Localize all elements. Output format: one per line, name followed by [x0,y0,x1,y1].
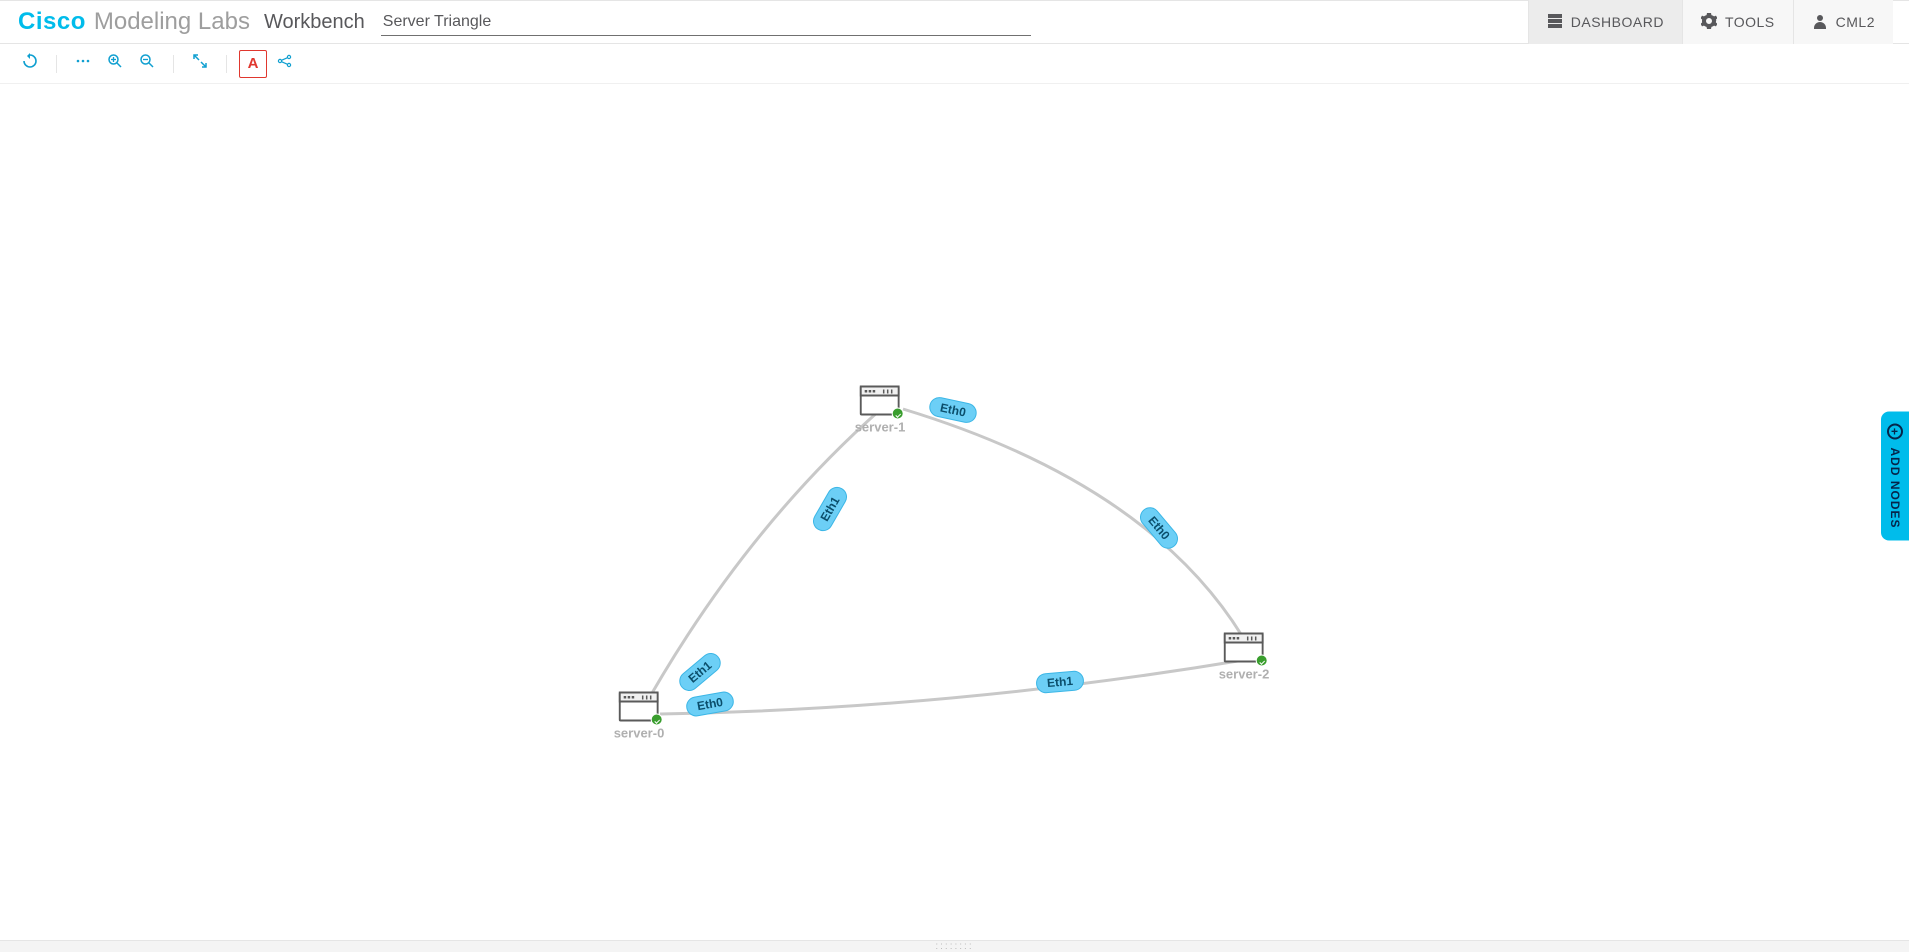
node-label: server-1 [855,420,906,435]
dashboard-label: DASHBOARD [1571,14,1664,30]
header: Cisco Modeling Labs Workbench DASHBOARD … [0,0,1909,44]
zoom-in-icon [107,53,123,74]
dashboard-button[interactable]: DASHBOARD [1528,0,1682,44]
interface-pill[interactable]: Eth0 [927,395,978,425]
interface-pill[interactable]: Eth1 [675,649,725,695]
node-server-0[interactable]: server-0 [614,692,665,741]
user-button[interactable]: CML2 [1793,0,1893,44]
user-label: CML2 [1836,14,1875,30]
server-stack-icon [1547,13,1563,32]
gear-icon [1701,13,1717,32]
node-server-2[interactable]: server-2 [1219,633,1270,682]
plus-circle-icon: + [1887,423,1903,439]
lab-name-field-wrap [381,9,1031,36]
drag-dots-icon: :::::::: [935,941,973,952]
status-badge-running [1256,655,1268,667]
refresh-icon [22,53,38,74]
expand-icon [192,53,208,74]
brand[interactable]: Cisco Modeling Labs [18,8,250,36]
brand-cisco: Cisco [18,8,86,36]
server-icon [1224,633,1264,663]
interface-pill[interactable]: Eth1 [809,483,850,535]
annotation-toggle[interactable]: A [239,50,267,78]
add-nodes-label: ADD NODES [1888,447,1902,528]
canvas-area[interactable]: server-0server-1server-2Eth1Eth0Eth0Eth1… [0,84,1909,940]
server-icon [860,386,900,416]
expand-button[interactable] [186,50,214,78]
refresh-button[interactable] [16,50,44,78]
toolbar-separator [56,55,57,73]
zoom-in-button[interactable] [101,50,129,78]
node-label: server-0 [614,726,665,741]
zoom-out-button[interactable] [133,50,161,78]
tools-label: TOOLS [1725,14,1775,30]
brand-product: Modeling Labs [94,8,250,36]
node-label: server-2 [1219,667,1270,682]
interface-pill[interactable]: Eth0 [685,690,736,718]
toolbar-separator [226,55,227,73]
interface-pill[interactable]: Eth1 [1035,670,1085,694]
annotation-letter: A [248,55,259,72]
add-nodes-tab[interactable]: + ADD NODES [1881,411,1909,540]
canvas[interactable]: server-0server-1server-2Eth1Eth0Eth0Eth1… [0,84,1909,940]
status-badge-running [651,714,663,726]
fit-button[interactable] [69,50,97,78]
toolbar-separator [173,55,174,73]
toolbar: A [0,44,1909,84]
panel-resize-handle[interactable]: :::::::: [0,940,1909,952]
layout-button[interactable] [271,50,299,78]
layout-icon [277,53,293,74]
tools-button[interactable]: TOOLS [1682,0,1793,44]
lab-name-input[interactable] [381,9,1031,36]
interface-pill[interactable]: Eth0 [1136,503,1182,553]
zoom-out-icon [139,53,155,74]
node-server-1[interactable]: server-1 [855,386,906,435]
user-icon [1812,13,1828,32]
server-icon [619,692,659,722]
fit-icon [75,53,91,74]
status-badge-running [892,408,904,420]
workbench-label: Workbench [264,11,365,34]
